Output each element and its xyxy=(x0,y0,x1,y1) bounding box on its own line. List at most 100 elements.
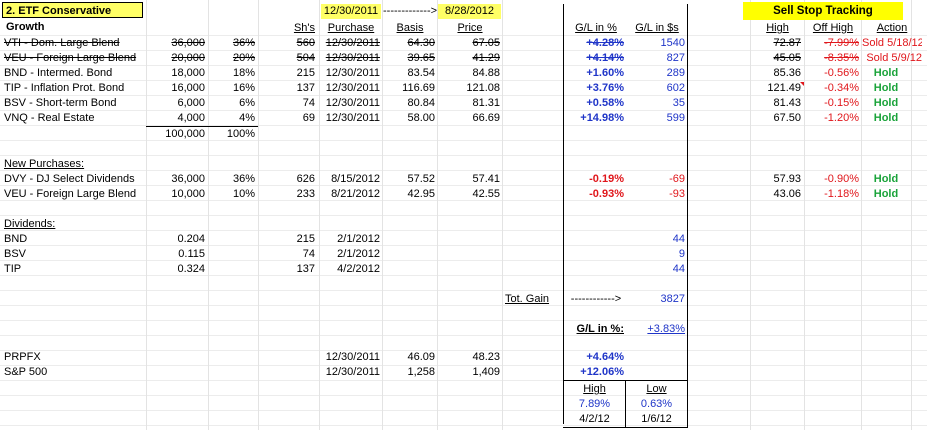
low-date: 1/6/12 xyxy=(641,413,672,425)
dividend-ticker: TIP xyxy=(4,263,22,275)
new-purchase-off-high: -0.90% xyxy=(824,173,859,185)
benchmark-basis: 46.09 xyxy=(407,351,435,363)
benchmark-date: 12/30/2011 xyxy=(325,351,380,363)
holding-price: 121.08 xyxy=(466,82,500,94)
benchmark-name: S&P 500 xyxy=(4,366,48,378)
holding-high: 85.36 xyxy=(773,67,801,79)
holding-price: 41.29 xyxy=(472,52,500,64)
comment-indicator-icon[interactable] xyxy=(800,82,804,86)
new-purchase-date: 8/21/2012 xyxy=(331,188,380,200)
holding-gl-usd: 289 xyxy=(666,67,685,79)
dividend-ticker: BSV xyxy=(4,248,27,260)
holding-basis: 58.00 xyxy=(407,112,435,124)
holding-basis: 39.65 xyxy=(407,52,435,64)
dividend-date: 2/1/2012 xyxy=(337,248,380,260)
benchmark-price: 1,409 xyxy=(472,366,500,378)
holding-gl-pct: +14.98% xyxy=(580,112,624,124)
new-purchase-pct: 10% xyxy=(232,188,255,200)
benchmark-date: 12/30/2011 xyxy=(325,366,380,378)
benchmark-gl-pct: +4.64% xyxy=(586,351,624,363)
holding-action: Hold xyxy=(873,82,899,94)
holding-high: 45.05 xyxy=(773,52,801,64)
new-purchase-off-high: -1.18% xyxy=(824,188,859,200)
new-purchase-high: 57.93 xyxy=(773,173,801,185)
new-purchase-high: 43.06 xyxy=(773,188,801,200)
holding-amount: 36,000 xyxy=(171,37,205,49)
dividend-shares: 137 xyxy=(296,263,315,275)
holding-pct: 16% xyxy=(232,82,255,94)
holding-high: 72.87 xyxy=(773,37,801,49)
total-amount: 100,000 xyxy=(165,128,205,140)
holding-shares: 215 xyxy=(296,67,315,79)
holding-basis: 83.54 xyxy=(407,67,435,79)
dividend-date: 4/2/2012 xyxy=(337,263,380,275)
holding-basis: 64.30 xyxy=(407,37,435,49)
col-gl-pct: G/L in % xyxy=(575,22,617,34)
new-purchase-price: 57.41 xyxy=(472,173,500,185)
holding-gl-pct: +0.58% xyxy=(586,97,624,109)
holding-name: BND - Intermed. Bond xyxy=(4,67,113,79)
benchmark-gl-pct: +12.06% xyxy=(580,366,624,378)
holding-basis: 116.69 xyxy=(402,82,435,94)
col-gl-usd: G/L in $s xyxy=(635,22,679,34)
high-pct: 7.89% xyxy=(578,398,611,410)
new-purchase-name: VEU - Foreign Large Blend xyxy=(4,188,137,200)
holding-shares: 74 xyxy=(302,97,315,109)
holding-gl-usd: 35 xyxy=(672,97,685,109)
date-end: 8/28/2012 xyxy=(438,4,501,19)
col-off-high: Off High xyxy=(812,22,854,34)
sheet-title: 2. ETF Conservative Growth xyxy=(2,2,143,33)
holding-amount: 6,000 xyxy=(177,97,205,109)
benchmark-basis: 1,258 xyxy=(407,366,435,378)
holding-purchase-date: 12/30/2011 xyxy=(325,82,380,94)
holding-price: 84.88 xyxy=(472,67,500,79)
date-start: 12/30/2011 xyxy=(321,4,381,19)
new-purchase-price: 42.55 xyxy=(472,188,500,200)
new-purchase-gl-pct: -0.19% xyxy=(589,173,624,185)
new-purchase-shares: 626 xyxy=(296,173,315,185)
holding-pct: 6% xyxy=(239,97,255,109)
dividend-value: 44 xyxy=(672,233,685,245)
col-basis: Basis xyxy=(396,22,424,34)
new-purchase-action: Hold xyxy=(873,173,899,185)
dividend-shares: 74 xyxy=(302,248,315,260)
holding-shares: 69 xyxy=(302,112,315,124)
col-purchase: Purchase xyxy=(327,22,375,34)
holding-price: 67.05 xyxy=(472,37,500,49)
gl-summary-label: G/L in %: xyxy=(576,323,624,335)
dividends-label: Dividends: xyxy=(4,218,56,230)
new-purchase-basis: 42.95 xyxy=(407,188,435,200)
holding-purchase-date: 12/30/2011 xyxy=(325,52,380,64)
new-purchase-amount: 10,000 xyxy=(171,188,205,200)
dividend-amount: 0.204 xyxy=(177,233,205,245)
new-purchase-action: Hold xyxy=(873,188,899,200)
new-purchase-shares: 233 xyxy=(296,188,315,200)
holding-purchase-date: 12/30/2011 xyxy=(325,97,380,109)
sell-stop-tracking-title: Sell Stop Tracking xyxy=(743,2,903,20)
holding-pct: 4% xyxy=(239,112,255,124)
holding-action: Hold xyxy=(873,97,899,109)
new-purchase-pct: 36% xyxy=(232,173,255,185)
holding-off-high: -7.99% xyxy=(824,37,859,49)
holding-shares: 560 xyxy=(296,37,315,49)
new-purchase-gl-usd: -93 xyxy=(669,188,685,200)
dividend-amount: 0.324 xyxy=(177,263,205,275)
holding-gl-pct: +3.76% xyxy=(586,82,624,94)
total-gain-value: 3827 xyxy=(660,293,685,305)
holding-gl-usd: 599 xyxy=(666,112,685,124)
dividend-shares: 215 xyxy=(296,233,315,245)
benchmark-name: PRPFX xyxy=(4,351,41,363)
new-purchase-gl-usd: -69 xyxy=(669,173,685,185)
new-purchases-label: New Purchases: xyxy=(4,158,85,170)
low-pct: 0.63% xyxy=(640,398,673,410)
dividend-amount: 0.115 xyxy=(178,248,205,260)
holding-action: Hold xyxy=(873,112,899,124)
holding-amount: 16,000 xyxy=(171,82,205,94)
holding-high: 81.43 xyxy=(773,97,801,109)
total-gain-label: Tot. Gain xyxy=(505,293,550,305)
holding-off-high: -0.15% xyxy=(824,97,859,109)
date-arrow: -------------> xyxy=(383,5,437,17)
holding-name: TIP - Inflation Prot. Bond xyxy=(4,82,125,94)
holding-price: 81.31 xyxy=(472,97,500,109)
new-purchase-gl-pct: -0.93% xyxy=(589,188,624,200)
